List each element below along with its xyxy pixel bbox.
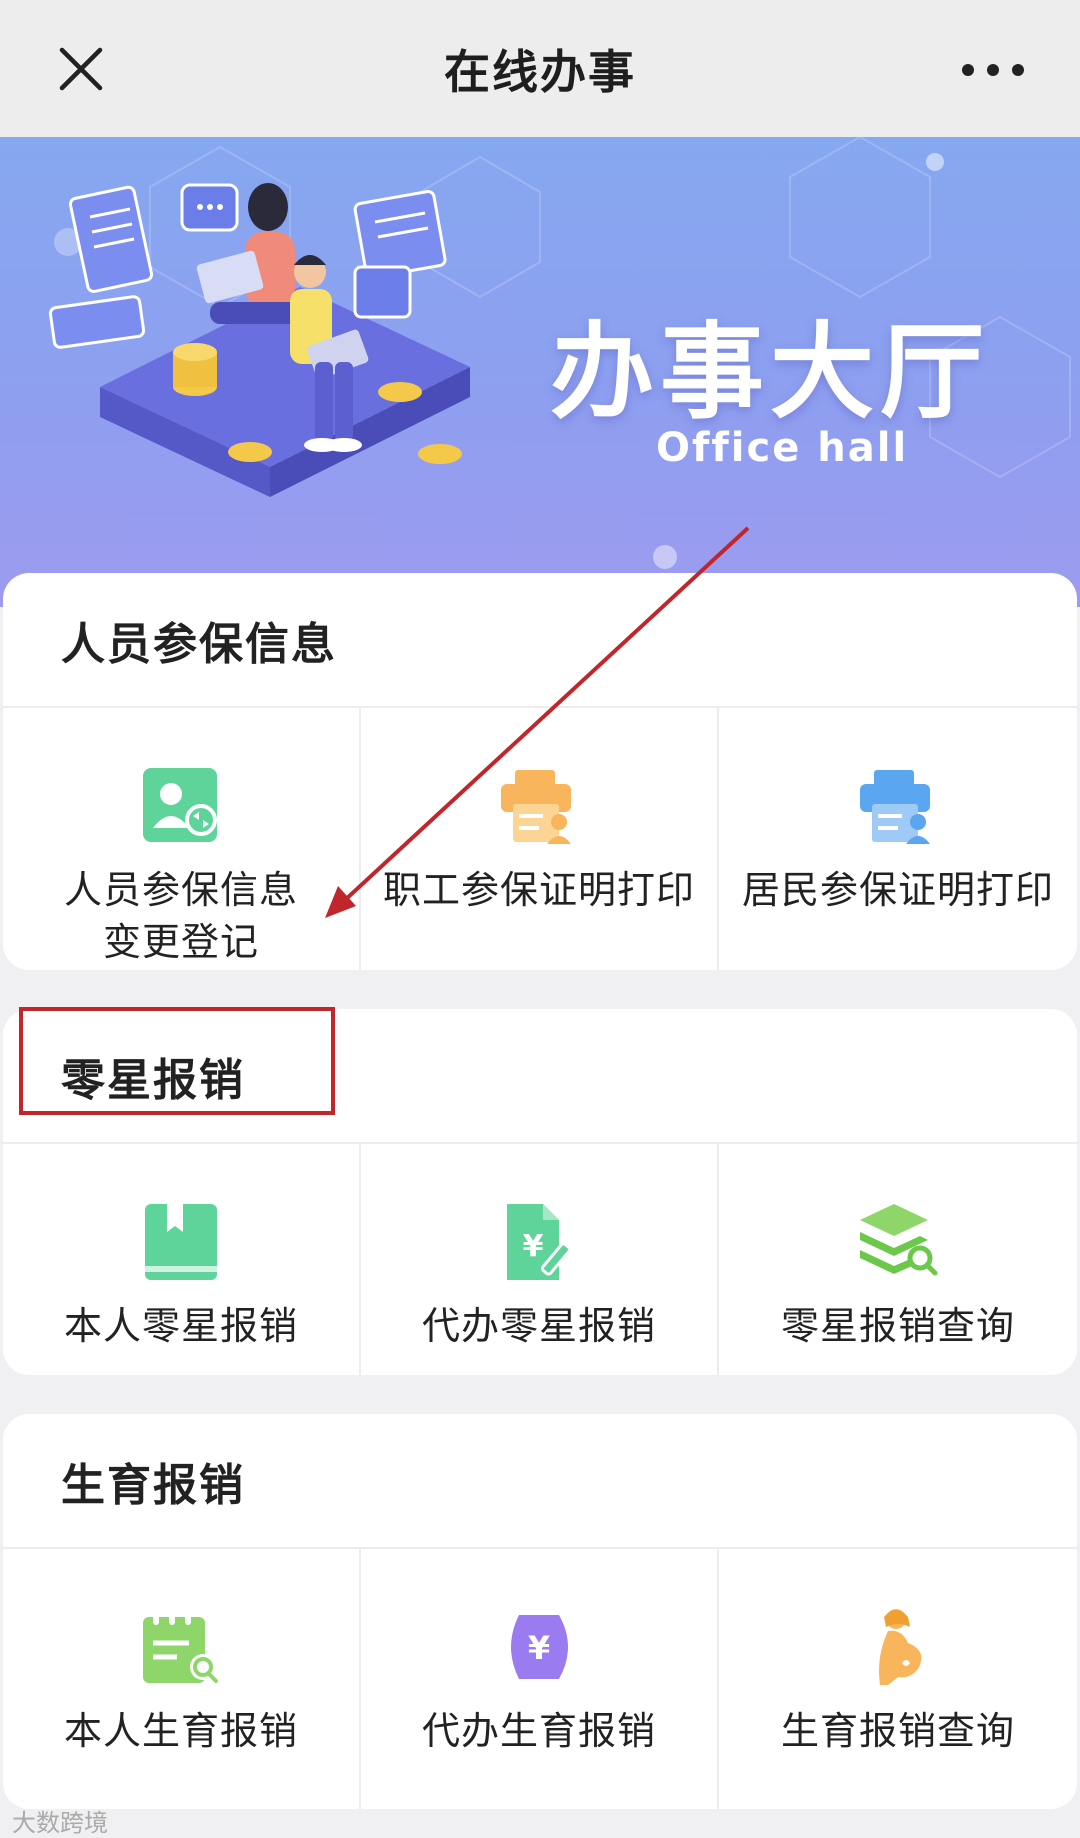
cell-label: 居民参保证明打印	[741, 868, 1054, 912]
self-maternity-reimbursement-button[interactable]: 本人生育报销	[3, 1549, 361, 1809]
cell-label: 职工参保证明打印	[382, 868, 695, 912]
cell-label: 本人生育报销	[63, 1709, 298, 1753]
page-title: 在线办事	[444, 44, 636, 99]
person-change-icon	[143, 768, 217, 842]
maternity-reimbursement-query-button[interactable]: 生育报销查询	[719, 1549, 1077, 1809]
calendar-search-icon	[143, 1611, 218, 1683]
office-hall-banner: 办事大厅 Office hall	[0, 137, 1080, 607]
self-small-reimbursement-button[interactable]: 本人零星报销	[3, 1144, 361, 1375]
printer-person-icon	[501, 770, 571, 844]
book-icon	[145, 1204, 217, 1280]
section-title: 生育报销	[3, 1414, 1077, 1549]
section-maternity-reimbursement: 生育报销 本人生育报销 ¥ 代办生育报销 生育报销查询	[3, 1414, 1077, 1809]
svg-text:¥: ¥	[528, 1629, 550, 1667]
small-reimbursement-query-button[interactable]: 零星报销查询	[719, 1144, 1077, 1375]
section-insured-info: 人员参保信息 人员参保信息变更登记 职工参保证明打印 居民参保证明打印	[3, 573, 1077, 970]
printer-person-icon	[860, 770, 930, 844]
cell-label: 代办生育报销	[421, 1709, 656, 1753]
section-title: 人员参保信息	[3, 573, 1077, 708]
more-icon[interactable]	[958, 60, 1028, 80]
cell-label: 生育报销查询	[780, 1709, 1015, 1753]
banner-subtitle: Office hall	[656, 425, 909, 471]
watermark: 大数跨境	[12, 1809, 108, 1837]
close-icon[interactable]	[56, 44, 106, 94]
agent-maternity-reimbursement-button[interactable]: ¥ 代办生育报销	[361, 1549, 719, 1809]
layers-search-icon	[860, 1204, 938, 1276]
agent-small-reimbursement-button[interactable]: ¥ 代办零星报销	[361, 1144, 719, 1375]
yuan-belly-icon: ¥	[511, 1615, 568, 1679]
cell-label: 本人零星报销	[63, 1304, 298, 1348]
cell-label: 零星报销查询	[780, 1304, 1015, 1348]
cell-label: 人员参保信息变更登记	[63, 868, 298, 964]
svg-text:¥: ¥	[523, 1229, 544, 1264]
employee-certificate-print-button[interactable]: 职工参保证明打印	[361, 708, 719, 970]
top-bar: 在线办事	[0, 0, 1080, 137]
highlight-box	[19, 1007, 335, 1115]
resident-certificate-print-button[interactable]: 居民参保证明打印	[719, 708, 1077, 970]
pregnant-woman-icon	[879, 1609, 922, 1685]
cell-label: 代办零星报销	[421, 1304, 656, 1348]
person-info-change-button[interactable]: 人员参保信息变更登记	[3, 708, 361, 970]
yuan-document-icon: ¥	[507, 1204, 572, 1280]
banner-title: 办事大厅	[550, 311, 991, 433]
